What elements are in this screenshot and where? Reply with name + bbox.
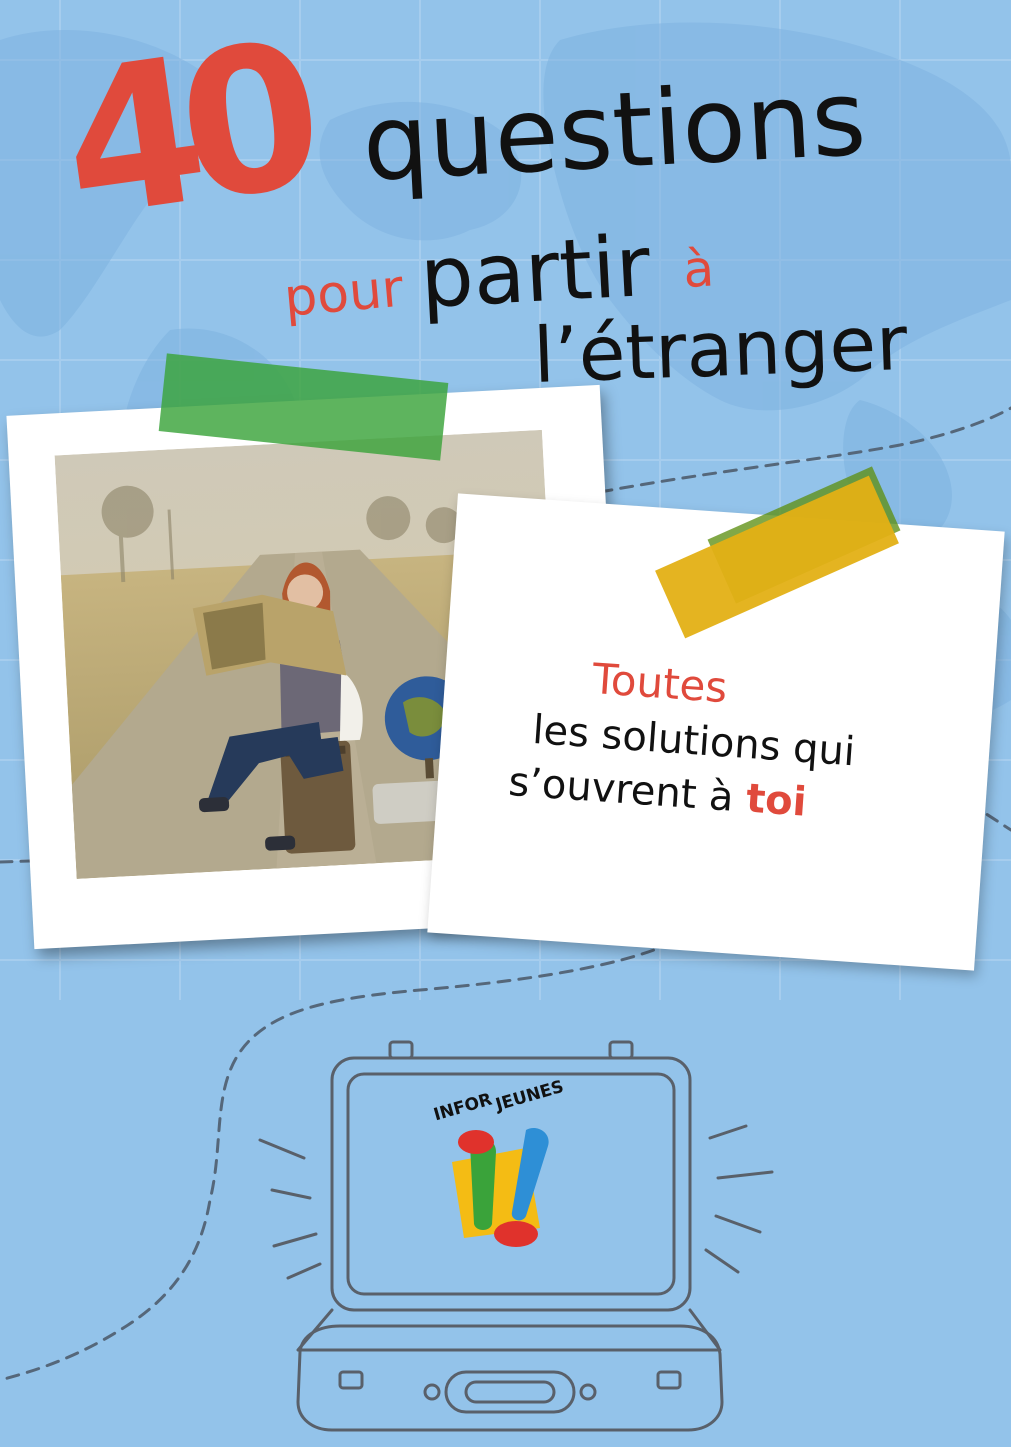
cover-page: 40 questions pour partir à l’étranger To… <box>0 0 1011 1447</box>
infor-jeunes-logo-icon <box>452 1127 549 1247</box>
title-questions: questions <box>359 56 869 205</box>
title-number: 40 <box>49 0 315 264</box>
title-etranger: l’étranger <box>531 297 909 400</box>
note-highlight-toi: toi <box>744 775 808 826</box>
note-line-toutes: Toutes <box>590 654 729 713</box>
title-partir: partir <box>417 216 653 327</box>
title-pour: pour <box>281 258 406 329</box>
title-a: à <box>681 239 716 299</box>
